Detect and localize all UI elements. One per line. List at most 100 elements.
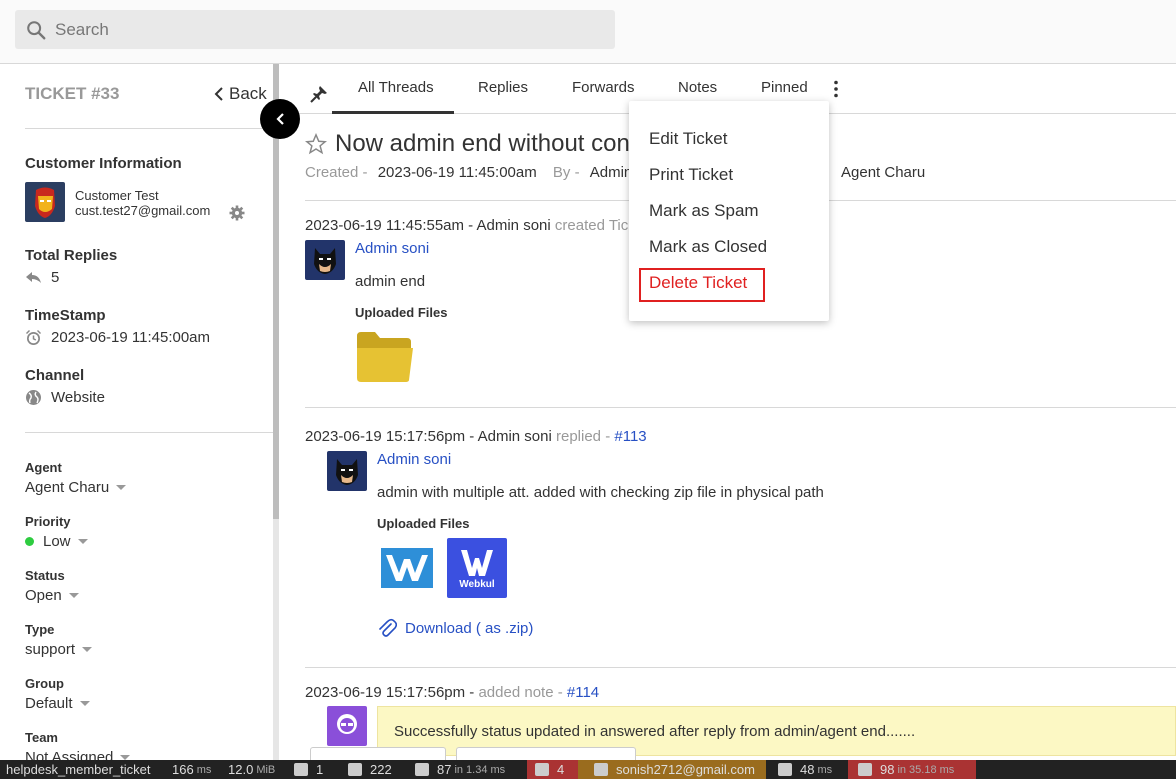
pin-icon[interactable] bbox=[310, 85, 328, 103]
priority-label: Priority bbox=[25, 514, 71, 529]
toolbar-twig[interactable]: 48 ms bbox=[778, 760, 832, 779]
author-avatar bbox=[327, 451, 367, 491]
divider bbox=[25, 128, 273, 129]
thread-timestamp: 2023-06-19 15:17:56pm - bbox=[305, 684, 475, 701]
translation-icon bbox=[535, 763, 549, 776]
reply-icon bbox=[26, 272, 41, 283]
cache-in: in bbox=[454, 763, 464, 776]
divider bbox=[305, 407, 1176, 408]
toolbar-route[interactable]: helpdesk_member_ticket bbox=[6, 760, 151, 779]
more-options-icon[interactable] bbox=[834, 80, 838, 98]
download-zip-link[interactable]: Download ( as .zip) bbox=[377, 618, 533, 638]
tab-forwards[interactable]: Forwards bbox=[572, 79, 635, 114]
cache-value: 87 bbox=[437, 762, 452, 777]
user-value: sonish2712@gmail.com bbox=[616, 762, 755, 777]
ticket-sidebar: TICKET #33 Back Customer Information Cus… bbox=[0, 64, 274, 760]
total-replies-value: 5 bbox=[51, 269, 60, 286]
author-avatar bbox=[305, 240, 345, 280]
forms-value: 1 bbox=[316, 762, 324, 777]
attachment-thumbnail[interactable] bbox=[380, 547, 434, 589]
database-icon bbox=[858, 763, 872, 776]
twig-unit: ms bbox=[817, 763, 833, 776]
folder-icon[interactable] bbox=[355, 330, 415, 384]
toolbar-translations[interactable]: 4 bbox=[527, 760, 578, 779]
team-value: Not Assigned bbox=[25, 749, 114, 760]
status-value: Open bbox=[25, 587, 62, 604]
thread-header: 2023-06-19 15:17:56pm - added note - #11… bbox=[305, 684, 599, 701]
db-value: 98 bbox=[880, 762, 895, 777]
customer-name: Customer Test bbox=[75, 188, 159, 203]
tab-replies[interactable]: Replies bbox=[478, 79, 528, 114]
search-input[interactable] bbox=[55, 19, 595, 40]
team-select[interactable]: Not Assigned bbox=[25, 749, 131, 760]
db-in: in bbox=[897, 763, 907, 776]
search-icon bbox=[27, 20, 46, 39]
toolbar-warnings[interactable]: 222 bbox=[348, 760, 392, 779]
back-link[interactable]: Back bbox=[214, 84, 267, 104]
toolbar-time[interactable]: 166 ms bbox=[172, 760, 211, 779]
customer-card: Customer Test cust.test27@gmail.com bbox=[25, 182, 210, 222]
customer-email: cust.test27@gmail.com bbox=[75, 203, 211, 218]
attachment-thumbnail[interactable]: Webkul bbox=[447, 538, 507, 598]
menu-item-print-ticket[interactable]: Print Ticket bbox=[649, 165, 733, 185]
menu-item-mark-spam[interactable]: Mark as Spam bbox=[649, 201, 759, 221]
top-bar bbox=[0, 0, 1176, 64]
thread-header: 2023-06-19 11:45:55am - Admin soni creat… bbox=[305, 217, 628, 234]
priority-select[interactable]: Low bbox=[25, 533, 88, 550]
thread-action: replied - bbox=[556, 428, 611, 445]
search-box[interactable] bbox=[15, 10, 615, 49]
sidebar-scrollbar[interactable] bbox=[273, 64, 279, 760]
menu-item-edit-ticket[interactable]: Edit Ticket bbox=[649, 129, 727, 149]
menu-item-delete-ticket[interactable]: Delete Ticket bbox=[649, 273, 747, 293]
toolbar-user[interactable]: sonish2712@gmail.com bbox=[578, 760, 766, 779]
toolbar-forms[interactable]: 1 bbox=[294, 760, 323, 779]
cache-time: 1.34 ms bbox=[466, 763, 506, 776]
time-unit: ms bbox=[196, 763, 212, 776]
editor-tab[interactable] bbox=[456, 747, 636, 760]
thread-ref-link[interactable]: #113 bbox=[614, 428, 646, 445]
menu-item-mark-closed[interactable]: Mark as Closed bbox=[649, 237, 767, 257]
thread-timestamp: 2023-06-19 11:45:55am - Admin soni bbox=[305, 217, 551, 234]
status-label: Status bbox=[25, 568, 65, 583]
channel-value: Website bbox=[51, 389, 105, 406]
cache-icon bbox=[415, 763, 429, 776]
thread-author[interactable]: Admin soni bbox=[355, 240, 429, 257]
created-label: Created - bbox=[305, 164, 368, 181]
ticket-number: TICKET #33 bbox=[25, 84, 120, 103]
sidebar-toggle-button[interactable] bbox=[260, 99, 300, 139]
agent-value: Agent Charu bbox=[25, 479, 110, 496]
tab-all-threads[interactable]: All Threads bbox=[332, 79, 454, 114]
toolbar-db[interactable]: 98 in 35.18 ms bbox=[848, 760, 976, 779]
group-select[interactable]: Default bbox=[25, 695, 90, 712]
caret-down-icon bbox=[82, 647, 93, 652]
thread-author[interactable]: Admin soni bbox=[377, 451, 451, 468]
warning-icon bbox=[348, 763, 362, 776]
chevron-left-icon bbox=[214, 87, 223, 101]
channel-heading: Channel bbox=[25, 367, 85, 384]
forms-icon bbox=[294, 763, 308, 776]
ticket-title: Now admin end without con bbox=[335, 130, 630, 157]
toolbar-cache[interactable]: 87 in 1.34 ms bbox=[415, 760, 505, 779]
editor-tab[interactable] bbox=[310, 747, 446, 760]
paperclip-icon bbox=[379, 618, 397, 637]
star-icon[interactable] bbox=[305, 133, 327, 155]
thread-timestamp: 2023-06-19 15:17:56pm - Admin soni bbox=[305, 428, 552, 445]
ticket-actions-menu: Edit Ticket Print Ticket Mark as Spam Ma… bbox=[629, 101, 829, 321]
type-select[interactable]: support bbox=[25, 641, 93, 658]
priority-dot-icon bbox=[25, 537, 34, 546]
divider bbox=[25, 432, 273, 433]
chevron-left-icon bbox=[275, 113, 284, 125]
thread-action: added note - bbox=[478, 684, 563, 701]
thread-ref-link[interactable]: #114 bbox=[567, 684, 599, 701]
group-value: Default bbox=[25, 695, 73, 712]
attachment-caption: Webkul bbox=[459, 579, 495, 590]
toolbar-memory[interactable]: 12.0 MiB bbox=[228, 760, 275, 779]
status-select[interactable]: Open bbox=[25, 587, 79, 604]
thread-header: 2023-06-19 15:17:56pm - Admin soni repli… bbox=[305, 428, 647, 445]
agent-select[interactable]: Agent Charu bbox=[25, 479, 127, 496]
translations-value: 4 bbox=[557, 762, 565, 777]
uploaded-files-label: Uploaded Files bbox=[355, 305, 448, 320]
time-value: 166 bbox=[172, 762, 194, 777]
warnings-value: 222 bbox=[370, 762, 392, 777]
gear-icon[interactable] bbox=[229, 205, 245, 221]
